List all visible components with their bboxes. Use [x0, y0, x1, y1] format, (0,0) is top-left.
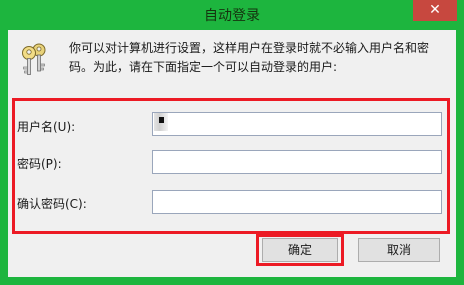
password-label: 密码(P): — [17, 157, 62, 171]
password-field[interactable] — [152, 150, 442, 174]
title-bar[interactable]: 自动登录 ✕ — [0, 0, 464, 30]
username-cursor-mark — [159, 117, 164, 123]
close-icon: ✕ — [429, 2, 441, 18]
auto-login-dialog: 自动登录 ✕ 你可以对计算机进行设置，这样用户在登录时就不必输入用户名和密码。为… — [0, 0, 464, 285]
username-label: 用户名(U): — [17, 120, 76, 134]
instructions-text: 你可以对计算机进行设置，这样用户在登录时就不必输入用户名和密码。为此，请在下面指… — [69, 41, 430, 74]
ok-button[interactable]: 确定 — [262, 238, 338, 262]
confirm-password-field[interactable] — [152, 190, 442, 214]
username-field[interactable] — [152, 112, 442, 136]
dialog-body: 你可以对计算机进行设置，这样用户在登录时就不必输入用户名和密码。为此，请在下面指… — [8, 30, 456, 277]
keys-icon — [22, 43, 46, 75]
window-title: 自动登录 — [204, 8, 260, 24]
close-button[interactable]: ✕ — [413, 0, 457, 21]
confirm-password-label: 确认密码(C): — [17, 197, 87, 211]
cancel-button[interactable]: 取消 — [358, 238, 440, 262]
